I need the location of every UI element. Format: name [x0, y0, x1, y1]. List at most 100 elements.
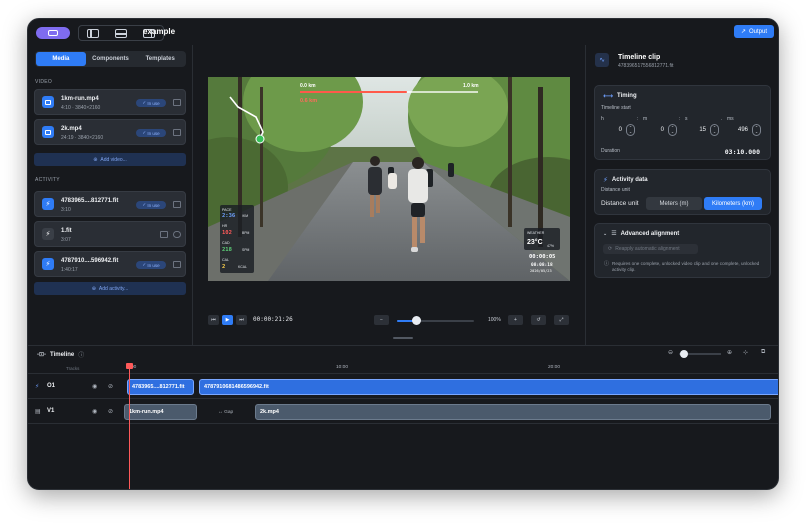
timeline-icon: -⊡-: [37, 352, 47, 358]
project-title: example: [143, 27, 176, 36]
media-name: 2k.mp4: [61, 126, 82, 132]
zoom-in-button[interactable]: +: [508, 315, 523, 325]
timeline-clip[interactable]: 2k.mp4: [255, 404, 771, 420]
cad-label: CAD: [222, 241, 230, 245]
add-video-button[interactable]: ⊕ Add video...: [34, 153, 186, 166]
remove-from-timeline-icon[interactable]: [173, 99, 181, 106]
in-use-badge: ✓ In use: [136, 129, 166, 137]
remove-from-timeline-icon[interactable]: [173, 129, 181, 136]
timeline-zoom-out-icon[interactable]: ⊖: [668, 349, 673, 356]
zoom-slider[interactable]: [397, 320, 474, 322]
unit-meters-option[interactable]: Meters (m): [646, 197, 702, 210]
reset-zoom-button[interactable]: ↺: [531, 315, 546, 325]
cal-label: CAL: [222, 258, 229, 262]
skip-back-button[interactable]: ⏮: [208, 315, 219, 325]
track-name: O1: [47, 383, 56, 389]
tick-label: 10:00: [336, 365, 349, 370]
panel-resize-handle[interactable]: [393, 337, 413, 339]
activity-item[interactable]: ⚡ 1.fit 3:07: [34, 221, 186, 247]
layout-left-icon[interactable]: [87, 28, 99, 38]
inspector-panel: ∿ Timeline clip 4783965175568127​71.fit …: [585, 45, 778, 345]
hours-stepper[interactable]: ⌃ ⌄: [626, 124, 635, 136]
layout-bottom-icon[interactable]: [115, 28, 127, 38]
zoom-slider-handle[interactable]: [412, 316, 422, 325]
inspector-file-name: 4783965175568127​71.fit: [618, 63, 674, 69]
timeline-ruler[interactable]: Tracks 0:00 10:00 20:00: [28, 363, 778, 374]
tab-templates[interactable]: Templates: [135, 52, 185, 66]
app-menu-button[interactable]: [36, 27, 70, 39]
seconds-stepper[interactable]: ⌃ ⌄: [710, 124, 719, 136]
activity-item[interactable]: ⚡ 4783965....812771.fit 3:10 ✓ In use: [34, 191, 186, 217]
milliseconds-input[interactable]: 496: [727, 124, 751, 136]
visibility-eye-icon[interactable]: ◉: [92, 383, 97, 390]
skip-forward-button[interactable]: ⏭: [236, 315, 247, 325]
zoom-out-button[interactable]: −: [374, 315, 389, 325]
settings-icon[interactable]: [173, 231, 181, 238]
seconds-input[interactable]: 15: [685, 124, 709, 136]
refresh-icon: ⟳: [608, 246, 613, 252]
playhead[interactable]: [129, 363, 130, 489]
timing-icon: ⟷: [603, 93, 614, 100]
add-to-timeline-icon[interactable]: [160, 231, 168, 238]
pulse-icon: ∿: [595, 53, 609, 67]
pace-unit: /KM: [242, 214, 248, 218]
media-meta: 4:10 · 3840×2160: [61, 105, 101, 111]
plus-icon: ⊕: [93, 156, 98, 163]
inspector-title: Timeline clip: [618, 54, 661, 61]
in-use-badge: ✓ In use: [136, 201, 166, 209]
info-icon[interactable]: ⓘ: [78, 350, 84, 359]
video-item[interactable]: 2k.mp4 24:19 · 3840×2160 ✓ In use: [34, 119, 186, 145]
elapsed-time: 00:00:05: [529, 254, 556, 260]
timeline-zoom-in-icon[interactable]: ⊕: [727, 349, 732, 356]
timeline-clip[interactable]: 1km-run.mp4: [124, 404, 197, 420]
video-preview[interactable]: 0.0 km 1.0 km 0.6 km PACE 2:36 /KM HR 10…: [208, 77, 570, 281]
activity-section-label: ACTIVITY: [35, 177, 60, 183]
timeline-start-label: Timeline start: [601, 105, 631, 111]
reapply-alignment-button[interactable]: ⟳ Reapply automatic alignment: [603, 244, 698, 254]
pace-label: PACE: [222, 208, 232, 212]
fullscreen-button[interactable]: ⤢: [554, 315, 569, 325]
track-v1: ▤ V1 ◉ ⊘ 1km-run.mp4 ↔ Gap 2k.mp4: [28, 400, 778, 424]
activity-track-icon: ⚡: [35, 384, 40, 390]
runner-icon: ⚡: [42, 198, 54, 210]
split-view-icon[interactable]: ⧉: [761, 349, 765, 356]
video-item[interactable]: 1km-run.mp4 4:10 · 3840×2160 ✓ In use: [34, 89, 186, 115]
timeline-clip[interactable]: 4787910681486596942.fit: [199, 379, 778, 395]
unit-kilometers-option[interactable]: Kilometers (km): [704, 197, 762, 210]
video-frame: 0.0 km 1.0 km 0.6 km PACE 2:36 /KM HR 10…: [208, 77, 570, 281]
unlock-icon[interactable]: ⊘: [108, 383, 113, 390]
cad-unit: SPM: [242, 248, 250, 252]
media-tabs: Media Components Templates: [35, 51, 186, 67]
play-button[interactable]: ▶: [222, 315, 233, 325]
distance-current: 0.6 km: [300, 98, 317, 104]
tab-media[interactable]: Media: [36, 52, 86, 66]
film-icon: [42, 126, 54, 138]
gap-label[interactable]: ↔ Gap: [218, 410, 233, 415]
tracks-header-label: Tracks: [66, 366, 80, 371]
milliseconds-stepper[interactable]: ⌃ ⌄: [752, 124, 761, 136]
snap-icon[interactable]: ⊹: [743, 349, 748, 356]
media-name: 4787910....596942.fit: [61, 258, 119, 264]
chevron-down-icon[interactable]: ⌄: [603, 231, 607, 237]
cal-unit: KCAL: [238, 265, 247, 269]
activity-item[interactable]: ⚡ 4787910....596942.fit 1:40:17 ✓ In use: [34, 251, 186, 277]
media-name: 1km-run.mp4: [61, 96, 99, 102]
runner-icon: ⚡: [42, 258, 54, 270]
unlock-icon[interactable]: ⊘: [108, 408, 113, 415]
timeline-clip[interactable]: 4783965....812771.fit: [127, 379, 194, 395]
remove-from-timeline-icon[interactable]: [173, 201, 181, 208]
timeline-zoom-handle[interactable]: [680, 350, 688, 358]
tab-components[interactable]: Components: [86, 52, 136, 66]
media-meta: 3:10: [61, 207, 71, 213]
playhead-handle[interactable]: [126, 363, 133, 369]
add-activity-button[interactable]: ⊕ Add activity...: [34, 282, 186, 295]
remove-from-timeline-icon[interactable]: [173, 261, 181, 268]
runner-icon: ⚡: [603, 177, 608, 184]
weather-temp: 23°C: [527, 238, 543, 246]
minutes-input[interactable]: 0: [643, 124, 667, 136]
visibility-eye-icon[interactable]: ◉: [92, 408, 97, 415]
in-use-badge: ✓ In use: [136, 99, 166, 107]
minutes-stepper[interactable]: ⌃ ⌄: [668, 124, 677, 136]
output-button[interactable]: ↗ Output: [734, 25, 774, 38]
hours-input[interactable]: 0: [601, 124, 625, 136]
